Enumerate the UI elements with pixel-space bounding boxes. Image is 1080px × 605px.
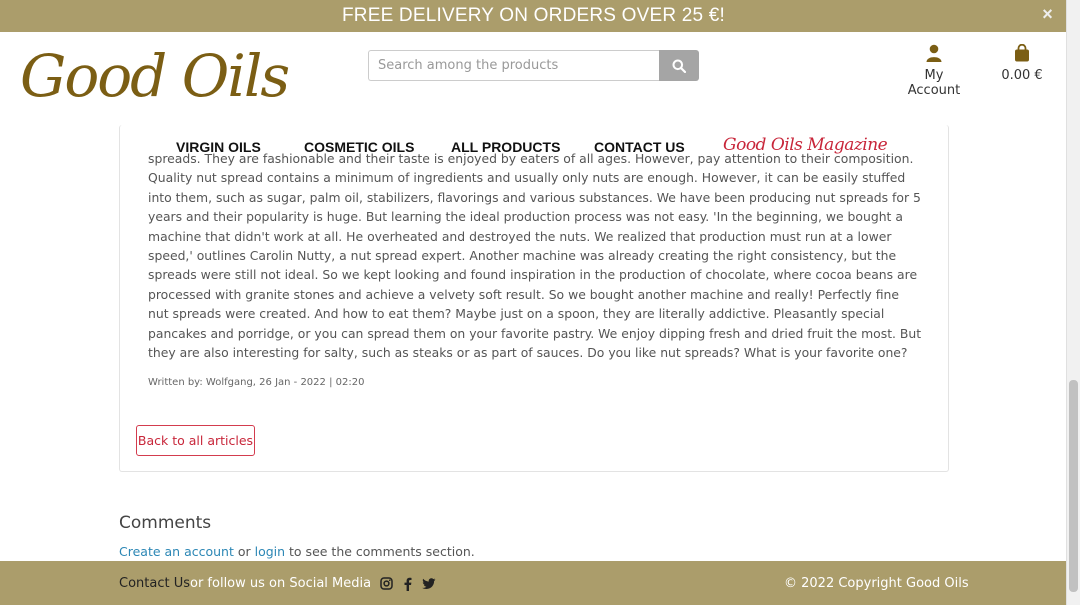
user-icon <box>926 44 942 62</box>
scrollbar-thumb[interactable] <box>1069 380 1078 592</box>
create-account-link[interactable]: Create an account <box>119 544 234 559</box>
comments-heading: Comments <box>119 513 212 533</box>
search-button[interactable] <box>659 50 699 81</box>
cart-total: 0.00 € <box>1001 68 1043 83</box>
facebook-icon[interactable] <box>403 577 412 591</box>
search-bar <box>368 50 699 81</box>
footer-copyright: © 2022 Copyright Good Oils <box>784 576 969 591</box>
footer-contact-link[interactable]: Contact Us <box>119 576 190 591</box>
free-delivery-banner: FREE DELIVERY ON ORDERS OVER 25 €! × <box>0 0 1067 32</box>
login-link[interactable]: login <box>255 544 285 559</box>
cart-link[interactable]: 0.00 € <box>996 43 1048 83</box>
search-icon <box>672 59 686 73</box>
site-footer: Contact Us or follow us on Social Media … <box>0 561 1067 605</box>
back-to-articles-button[interactable]: Back to all articles <box>136 425 255 456</box>
footer-social: Contact Us or follow us on Social Media <box>119 576 436 591</box>
comments-or: or <box>233 544 255 559</box>
my-account-label: My Account <box>907 68 961 98</box>
logo[interactable]: Good Oils <box>20 42 290 110</box>
article-body: spreads. They are fashionable and their … <box>148 151 922 361</box>
my-account-link[interactable]: My Account <box>898 44 970 98</box>
shopping-bag-icon <box>1015 43 1029 62</box>
comments-prompt: Create an account or login to see the co… <box>119 544 475 559</box>
search-input[interactable] <box>368 50 659 81</box>
twitter-icon[interactable] <box>422 577 436 590</box>
instagram-icon[interactable] <box>380 577 393 590</box>
footer-follow-text: or follow us on Social Media <box>190 576 372 591</box>
article-meta: Written by: Wolfgang, 26 Jan - 2022 | 02… <box>148 377 365 388</box>
page-scrollbar[interactable] <box>1066 0 1080 605</box>
comments-suffix: to see the comments section. <box>285 544 475 559</box>
banner-text: FREE DELIVERY ON ORDERS OVER 25 €! <box>341 5 726 26</box>
close-icon[interactable]: × <box>1042 4 1053 25</box>
